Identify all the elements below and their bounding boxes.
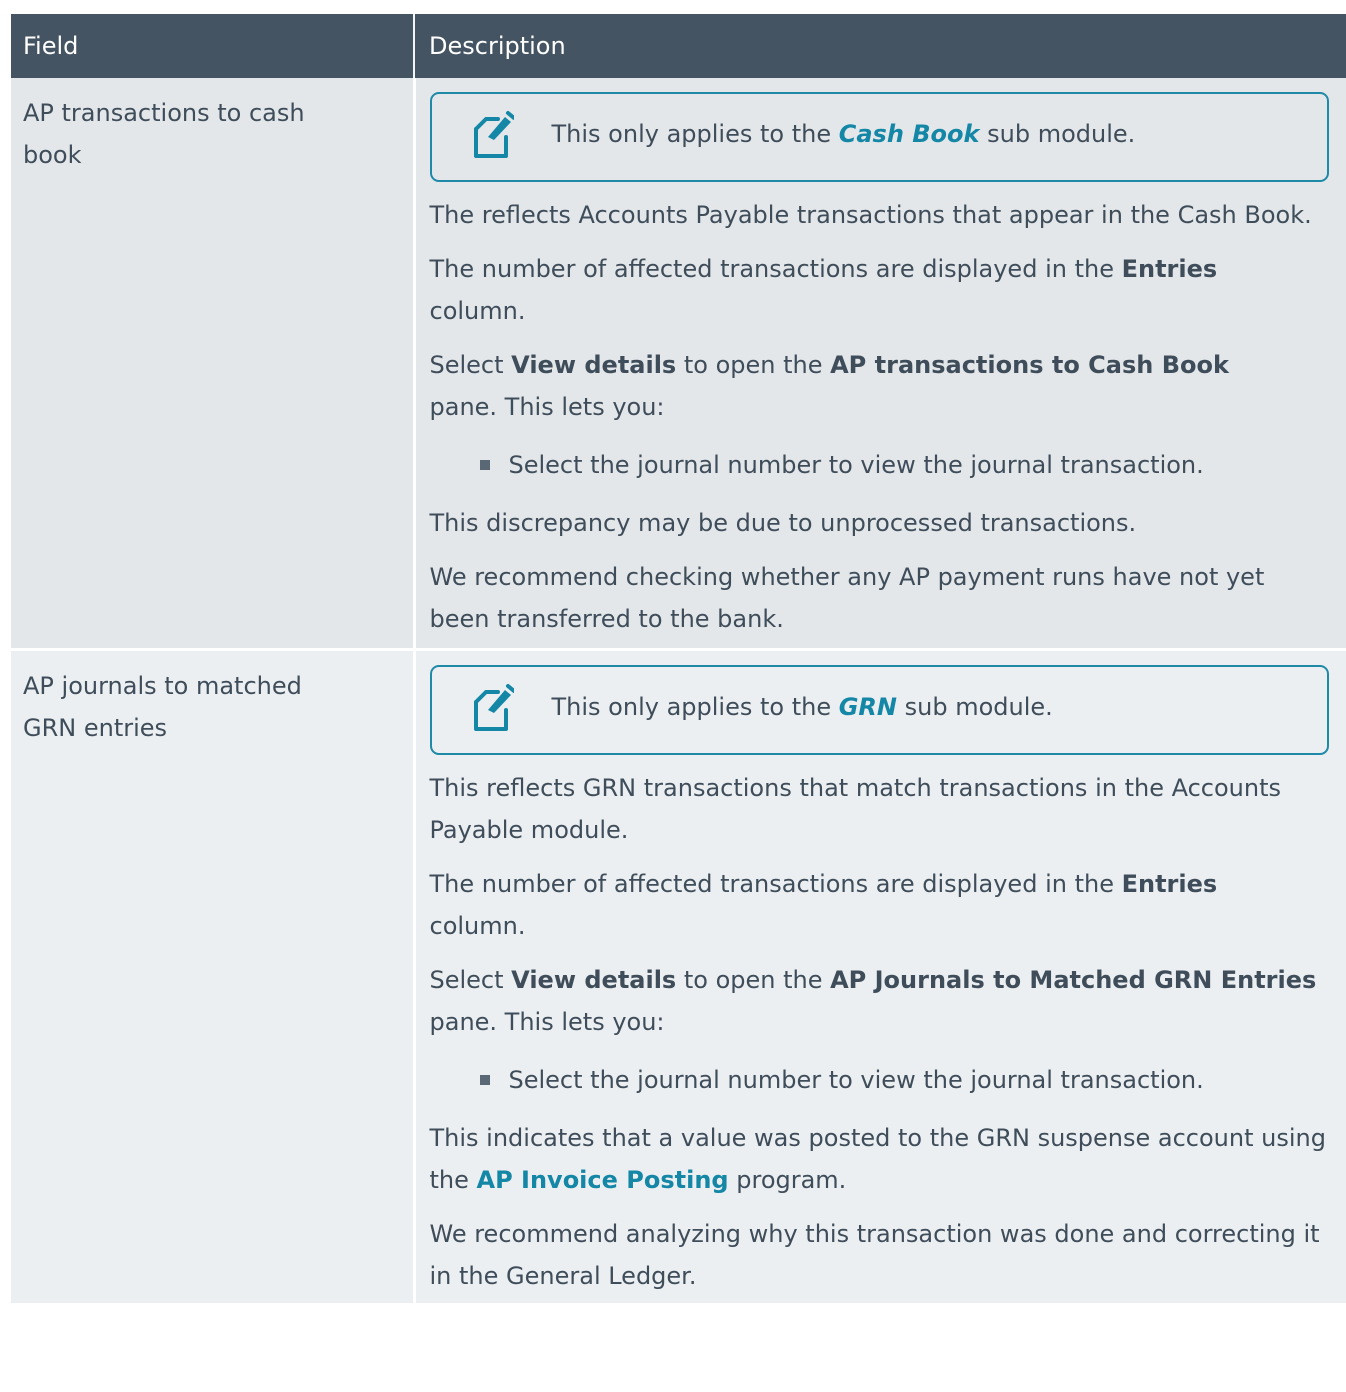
description-cell: This only applies to the GRN sub module.… [412, 648, 1346, 1303]
note-edit-icon [473, 684, 514, 731]
text-part: program. [728, 1166, 847, 1194]
text-part: Select [429, 351, 512, 379]
paragraph: Select View details to open the AP Journ… [430, 959, 1331, 1043]
paragraph: This discrepancy may be due to unprocess… [429, 509, 1137, 537]
bold-term: View details [511, 351, 677, 379]
bold-term: View details [511, 966, 677, 994]
header-description: Description [413, 14, 1346, 78]
table-row: AP journals to matched GRN entries This … [11, 648, 1346, 1303]
note-edit-icon [473, 111, 514, 158]
field-name-line: AP transactions to cash [23, 99, 305, 127]
field-description-table: Field Description AP transactions to cas… [11, 14, 1346, 1303]
field-name-line: book [23, 141, 82, 169]
paragraph: The number of affected transactions are … [430, 863, 1331, 947]
field-cell: AP journals to matched GRN entries [11, 648, 414, 1303]
text-part: The number of affected transactions are … [429, 870, 1122, 898]
text-part: column. [429, 912, 526, 940]
grn-link[interactable]: GRN [839, 693, 897, 721]
bold-term: AP transactions to Cash Book [830, 351, 1229, 379]
text-part: column. [429, 297, 526, 325]
cash-book-link[interactable]: Cash Book [839, 120, 980, 148]
note-text-part: This only applies to the [551, 120, 839, 148]
list-item: Select the journal number to view the jo… [479, 1059, 1331, 1101]
note-text-part: sub module. [896, 693, 1053, 721]
paragraph: We recommend analyzing why this transact… [429, 1220, 1320, 1290]
note-text: This only applies to the GRN sub module. [552, 686, 1053, 728]
text-part: The number of affected transactions are … [429, 255, 1122, 283]
text-part: pane. This lets you: [429, 393, 665, 421]
ap-invoice-posting-link[interactable]: AP Invoice Posting [477, 1166, 729, 1194]
table-row: AP transactions to cash book This only a… [11, 78, 1346, 650]
table-header-row: Field Description [11, 14, 1346, 78]
note-box: This only applies to the Cash Book sub m… [429, 92, 1329, 182]
header-field: Field [11, 14, 414, 78]
field-name-line: AP journals to matched [23, 672, 302, 700]
square-bullet-icon [479, 1075, 490, 1085]
text-part: to open the [676, 351, 831, 379]
text-part: Select [429, 966, 512, 994]
note-text-part: sub module. [979, 120, 1136, 148]
paragraph: Select View details to open the AP trans… [430, 344, 1331, 428]
note-text-part: This only applies to the [551, 693, 839, 721]
field-name-line: GRN entries [23, 714, 168, 742]
paragraph: We recommend checking whether any AP pay… [429, 563, 1265, 633]
description-cell: This only applies to the Cash Book sub m… [412, 78, 1346, 650]
square-bullet-icon [479, 460, 490, 470]
paragraph: This indicates that a value was posted t… [430, 1117, 1331, 1201]
list-item-text: Select the journal number to view the jo… [508, 451, 1204, 479]
text-part: to open the [676, 966, 831, 994]
paragraph: The number of affected transactions are … [430, 248, 1331, 332]
note-box: This only applies to the GRN sub module. [429, 665, 1329, 755]
list-item: Select the journal number to view the jo… [479, 444, 1331, 486]
paragraph: The reflects Accounts Payable transactio… [429, 201, 1312, 229]
bold-term: AP Journals to Matched GRN Entries [830, 966, 1317, 994]
bold-term: Entries [1121, 870, 1218, 898]
paragraph: This reflects GRN transactions that matc… [429, 774, 1282, 844]
text-part: pane. This lets you: [429, 1008, 665, 1036]
field-cell: AP transactions to cash book [11, 78, 414, 650]
bold-term: Entries [1121, 255, 1218, 283]
list-item-text: Select the journal number to view the jo… [508, 1066, 1204, 1094]
note-text: This only applies to the Cash Book sub m… [552, 113, 1136, 155]
